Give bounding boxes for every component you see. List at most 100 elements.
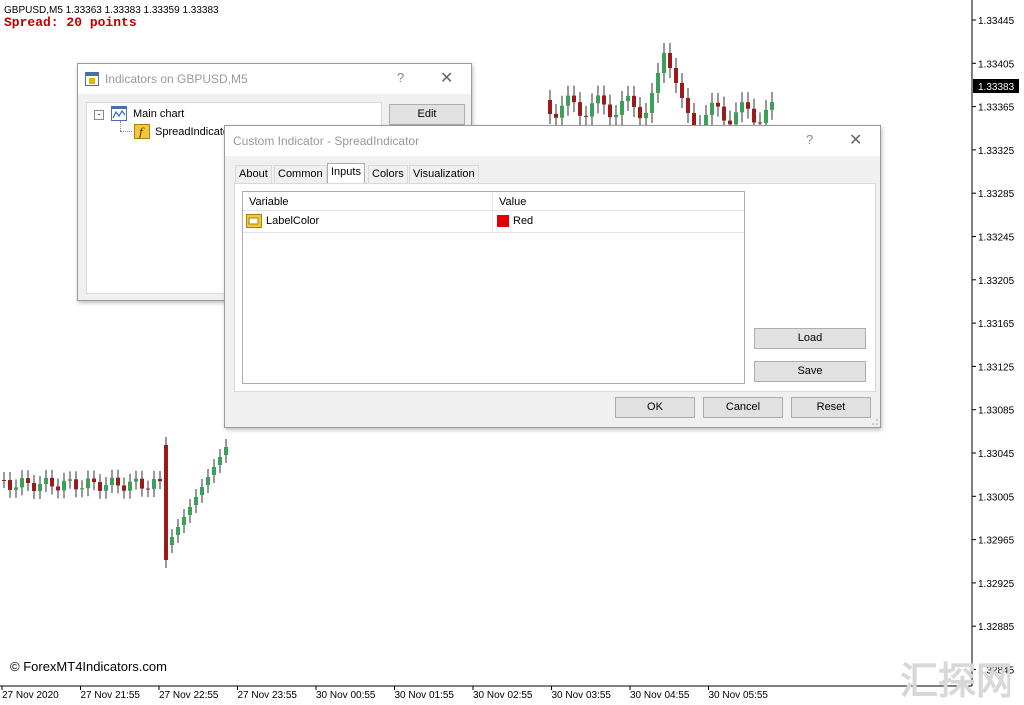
candle-body — [224, 447, 228, 455]
price-tick-label: 1.33205 — [978, 276, 1015, 287]
cancel-button[interactable]: Cancel — [703, 397, 783, 418]
candle-body — [68, 479, 72, 481]
candle-body — [656, 72, 660, 93]
column-variable[interactable]: Variable — [249, 196, 289, 208]
custom-titlebar: Custom Indicator - SpreadIndicator ? ✕ — [225, 126, 880, 156]
time-tick-label: 27 Nov 21:55 — [81, 690, 141, 701]
close-button[interactable]: ✕ — [440, 68, 453, 88]
reset-button[interactable]: Reset — [791, 397, 871, 418]
app-icon — [85, 72, 99, 86]
tab-colors[interactable]: Colors — [368, 165, 408, 183]
time-tick-label: 30 Nov 03:55 — [552, 690, 612, 701]
candle-body — [584, 115, 588, 117]
candle-body — [674, 67, 678, 83]
candle-body — [182, 517, 186, 525]
candle-body — [206, 477, 210, 485]
tab-visualization[interactable]: Visualization — [409, 165, 479, 183]
grid-header: Variable Value — [243, 192, 744, 232]
candle-body — [740, 102, 744, 113]
candle-body — [746, 102, 750, 109]
inputs-panel: Variable Value LabelColor Red Load Save — [234, 183, 876, 392]
column-value[interactable]: Value — [499, 196, 526, 208]
time-tick-label: 30 Nov 05:55 — [709, 690, 769, 701]
candle-body — [92, 478, 96, 483]
candle-body — [668, 52, 672, 68]
price-tick-label: 1.33125 — [978, 362, 1015, 373]
price-tick-label: 1.33285 — [978, 189, 1015, 200]
load-button[interactable]: Load — [754, 328, 866, 349]
close-button[interactable]: ✕ — [849, 130, 862, 150]
current-price-label: 1.33383 — [978, 82, 1015, 93]
candle-body — [164, 445, 168, 560]
time-tick-label: 30 Nov 01:55 — [395, 690, 455, 701]
candle-body — [50, 477, 54, 487]
candle-body — [614, 114, 618, 118]
price-tick-label: 1.33245 — [978, 233, 1015, 244]
candle-body — [638, 107, 642, 119]
price-tick-label: 1.33085 — [978, 406, 1015, 417]
candle-body — [722, 106, 726, 121]
tab-common[interactable]: Common — [274, 165, 327, 183]
candle-body — [152, 479, 156, 489]
candle-body — [710, 102, 714, 115]
variable-value[interactable]: Red — [513, 215, 533, 227]
candle-body — [632, 95, 636, 108]
candle-body — [176, 527, 180, 535]
candle-body — [566, 95, 570, 106]
resize-grip-icon[interactable] — [871, 418, 879, 426]
candle-body — [188, 507, 192, 515]
candle-body — [596, 95, 600, 104]
candle-body — [62, 480, 66, 491]
candle-body — [572, 95, 576, 103]
candle-body — [212, 467, 216, 475]
candle-body — [20, 478, 24, 488]
candle-body — [602, 95, 606, 105]
candle-body — [158, 479, 162, 482]
indicators-title: Indicators on GBPUSD,M5 — [105, 72, 248, 86]
time-tick-label: 30 Nov 02:55 — [473, 690, 533, 701]
candle-body — [218, 457, 222, 465]
candle-body — [734, 112, 738, 125]
ok-button[interactable]: OK — [615, 397, 695, 418]
svg-text:汇探网: 汇探网 — [900, 659, 1010, 702]
help-button[interactable]: ? — [806, 132, 813, 147]
tree-child-label[interactable]: SpreadIndicator — [155, 126, 233, 138]
price-tick-label: 1.33005 — [978, 492, 1015, 503]
save-button[interactable]: Save — [754, 361, 866, 382]
candle-body — [14, 487, 18, 490]
color-swatch[interactable] — [497, 215, 509, 227]
candle-body — [74, 479, 78, 490]
custom-title: Custom Indicator - SpreadIndicator — [233, 134, 420, 148]
tab-about[interactable]: About — [235, 165, 272, 183]
time-tick-label: 30 Nov 04:55 — [630, 690, 690, 701]
help-button[interactable]: ? — [397, 70, 404, 85]
candle-body — [134, 478, 138, 482]
time-tick-label: 27 Nov 22:55 — [159, 690, 219, 701]
color-input-icon — [246, 214, 262, 228]
price-tick-label: 1.33045 — [978, 449, 1015, 460]
table-row[interactable]: LabelColor Red — [243, 211, 744, 233]
time-tick-label: 30 Nov 00:55 — [316, 690, 376, 701]
inputs-grid[interactable]: Variable Value LabelColor Red — [242, 191, 745, 384]
candle-body — [80, 488, 84, 490]
candle-body — [104, 485, 108, 491]
candle-body — [590, 103, 594, 117]
candle-body — [728, 120, 732, 125]
time-tick-label: 27 Nov 23:55 — [238, 690, 298, 701]
candle-body — [554, 114, 558, 118]
price-tick-label: 1.32885 — [978, 622, 1015, 633]
candle-body — [128, 481, 132, 491]
candle-body — [578, 102, 582, 116]
candle-body — [110, 477, 114, 486]
watermark: © ForexMT4Indicators.com — [10, 659, 167, 674]
tree-root-label[interactable]: Main chart — [133, 108, 184, 120]
price-tick-label: 1.32965 — [978, 536, 1015, 547]
tree-collapse-icon[interactable]: - — [94, 110, 104, 120]
price-tick-label: 1.33325 — [978, 146, 1015, 157]
candle-body — [86, 478, 90, 489]
tab-inputs[interactable]: Inputs — [327, 163, 365, 184]
candle-body — [752, 108, 756, 123]
custom-indicator-icon: f — [134, 124, 150, 139]
spread-label: Spread: 20 points — [4, 15, 137, 30]
edit-button[interactable]: Edit — [389, 104, 465, 125]
